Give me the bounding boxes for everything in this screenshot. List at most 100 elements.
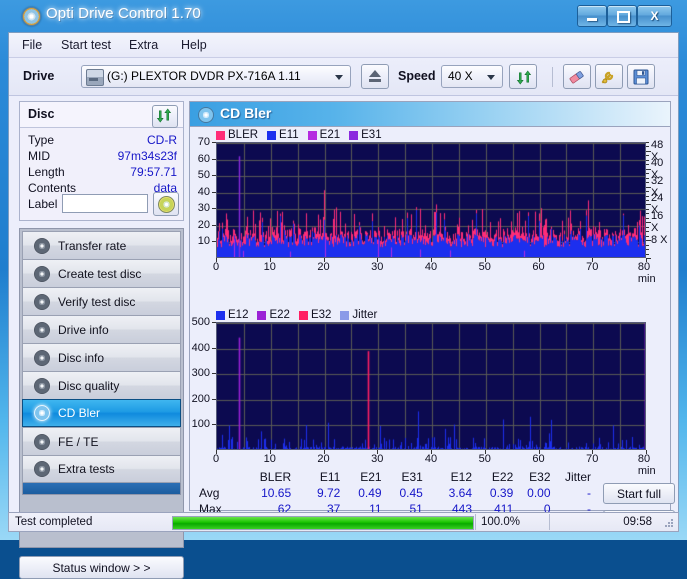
speed-axis-tick-label: 48 X [651, 138, 664, 163]
save-button[interactable] [627, 64, 655, 89]
disc-info-title: Disc [28, 107, 55, 121]
erase-button[interactable] [563, 64, 591, 89]
legend-swatch-icon [340, 310, 350, 320]
speed-axis-tick [646, 209, 649, 210]
speed-axis-tick [646, 231, 649, 232]
eject-button[interactable] [361, 64, 389, 89]
floppy-save-icon [633, 69, 649, 85]
drive-select[interactable]: (G:) PLEXTOR DVDR PX-716A 1.11 [81, 65, 351, 88]
menu-extra[interactable]: Extra [122, 36, 165, 55]
x-axis-tick [324, 450, 325, 454]
x-axis-tick [592, 258, 593, 262]
y-axis-tick-label: 200 [191, 392, 210, 405]
tools-icon [601, 71, 614, 84]
menu-help[interactable]: Help [174, 36, 214, 55]
disc-icon [31, 433, 53, 450]
disc-glyph [34, 293, 50, 310]
y-axis-tick [212, 225, 216, 226]
close-button[interactable]: X [637, 5, 672, 27]
disc-refresh-button[interactable] [152, 105, 178, 128]
sidebar-item-create-test-disc[interactable]: Create test disc [22, 259, 181, 287]
sidebar-item-disc-quality[interactable]: Disc quality [22, 371, 181, 399]
x-axis-tick [485, 450, 486, 454]
speed-axis-tick [646, 142, 649, 143]
cd-bler-panel: CD Bler BLER E11 E21 E31 10 20 30 40 50 60 70 0 10 2… [189, 101, 671, 511]
sidebar-item-label: CD Bler [58, 406, 101, 420]
y-axis-tick-label: 60 [197, 152, 210, 165]
y-axis-tick-label: 100 [191, 418, 210, 431]
sidebar-item-disc-info[interactable]: Disc info [22, 343, 181, 371]
sidebar-item-extra-tests[interactable]: Extra tests [22, 455, 181, 483]
x-axis-tick [431, 450, 432, 454]
disc-icon [31, 405, 53, 421]
maximize-button[interactable] [607, 5, 637, 27]
x-axis-tick-label: 0 [212, 261, 220, 273]
legend-label: E31 [361, 129, 382, 141]
application-window: Opti Drive Control 1.70 X File Start tes… [0, 0, 687, 579]
y-axis-tick-label: 40 [197, 185, 210, 198]
disc-row-length: Length 79:57.71 [28, 165, 177, 181]
sidebar-item-drive-info[interactable]: Drive info [22, 315, 181, 343]
x-axis-tick [539, 258, 540, 262]
elapsed-time: 09:58 [623, 516, 652, 528]
x-axis-tick [270, 450, 271, 454]
chart-2-legend-item: E12 [216, 309, 248, 321]
table-column-header: Jitter [564, 470, 591, 484]
progress-bar-fill [173, 517, 473, 529]
legend-swatch-icon [257, 310, 267, 320]
chart-2-legend-item: E22 [257, 309, 290, 321]
y-axis-tick-label: 400 [191, 341, 210, 354]
speed-axis-tick [646, 245, 649, 246]
disc-row-type: Type CD-R [28, 133, 177, 149]
tools-button[interactable] [595, 64, 623, 89]
cd-bler-uncorrectable-chart [216, 322, 646, 450]
y-axis-tick-label: 20 [197, 218, 210, 231]
disc-icon [31, 293, 53, 310]
sidebar-item-transfer-rate[interactable]: Transfer rate [22, 231, 181, 259]
disc-icon [31, 237, 53, 254]
toolbar: Drive (G:) PLEXTOR DVDR PX-716A 1.11 Spe… [9, 58, 678, 96]
sidebar-item-label: Create test disc [58, 266, 142, 281]
y-axis-tick [212, 373, 216, 374]
disc-glyph [34, 377, 50, 394]
sidebar-item-fe-te[interactable]: FE / TE [22, 427, 181, 455]
nav-highlight-bar [22, 483, 181, 495]
sidebar-item-cd-bler[interactable]: CD Bler [22, 399, 181, 427]
speed-axis-tick [646, 182, 649, 183]
menu-file[interactable]: File [15, 36, 49, 55]
speed-axis-tick [646, 240, 651, 241]
legend-swatch-icon [349, 130, 359, 140]
sidebar-item-label: Transfer rate [58, 238, 127, 253]
chevron-down-icon [335, 75, 343, 80]
disc-glyph [34, 349, 50, 366]
speed-axis-tick [646, 178, 649, 179]
x-axis-tick-label: 80 min [637, 261, 656, 285]
speed-select[interactable]: 40 X [441, 65, 503, 88]
chart-1-legend-item: E11 [267, 129, 299, 141]
start-full-button[interactable]: Start full [603, 483, 675, 504]
refresh-arrows-icon [156, 108, 172, 123]
refresh-button[interactable] [509, 64, 537, 89]
table-cell: 0.00 [527, 486, 551, 500]
status-window-button[interactable]: Status window > > [19, 556, 184, 579]
legend-swatch-icon [216, 130, 225, 140]
legend-swatch-icon [307, 130, 317, 140]
x-axis-tick-label: 40 [424, 453, 438, 465]
close-icon: X [650, 9, 659, 23]
speed-axis-tick [646, 254, 649, 255]
label-disc-button[interactable] [153, 192, 179, 216]
sidebar-item-verify-test-disc[interactable]: Verify test disc [22, 287, 181, 315]
x-axis-tick [377, 450, 378, 454]
menu-bar: File Start test Extra Help [9, 33, 678, 58]
x-axis-tick-label: 20 [317, 453, 330, 465]
menu-start-test[interactable]: Start test [54, 36, 118, 55]
table-row: Avg 10.65 9.72 0.49 0.45 3.64 0.39 0.00 - [195, 485, 595, 501]
disc-label-input[interactable] [62, 194, 148, 213]
x-axis-tick [377, 258, 378, 262]
minimize-button[interactable] [577, 5, 607, 27]
resize-grip-icon[interactable] [663, 517, 675, 529]
drive-label: Drive [23, 69, 55, 83]
speed-axis-tick [646, 151, 651, 152]
chart-1-legend-item: E31 [349, 129, 382, 141]
x-axis-tick [592, 450, 593, 454]
